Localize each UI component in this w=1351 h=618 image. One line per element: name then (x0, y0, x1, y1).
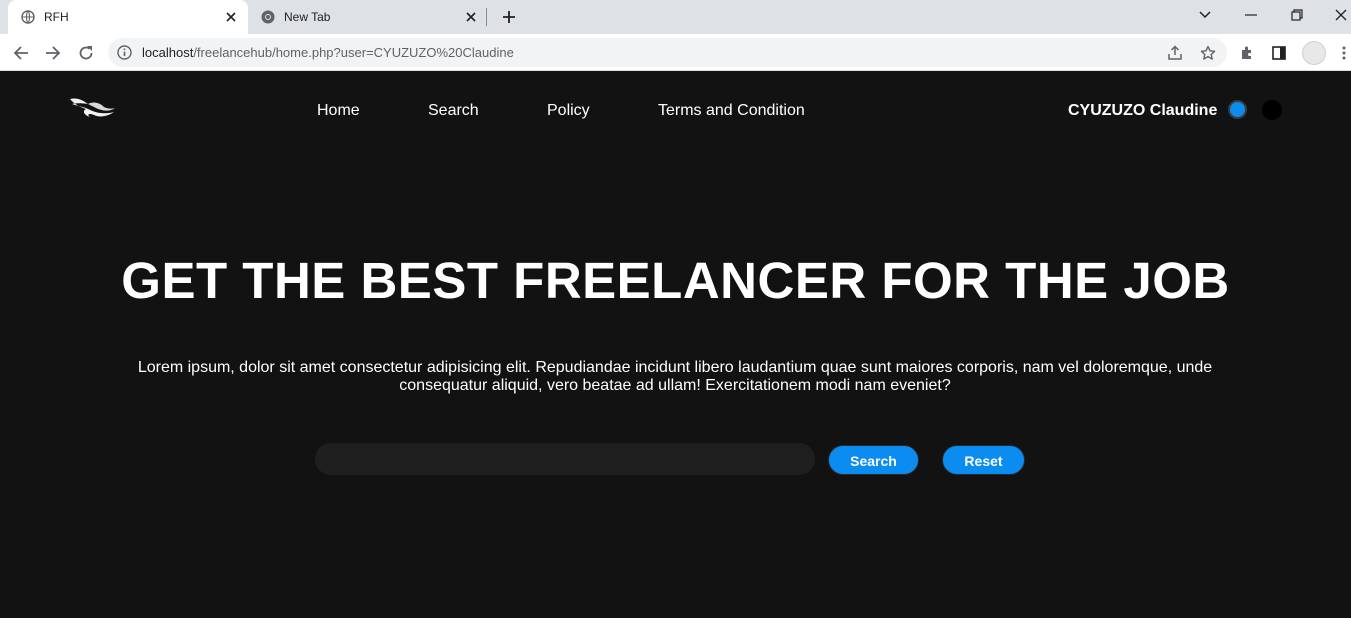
tab-title: New Tab (284, 10, 331, 24)
chrome-icon (261, 10, 275, 24)
tab-search-icon[interactable] (1192, 4, 1218, 26)
nav-policy-link[interactable]: Policy (547, 102, 590, 120)
tab-title: RFH (44, 10, 69, 24)
minimize-icon[interactable] (1238, 4, 1264, 26)
page-content: Home Search Policy Terms and Condition C… (0, 71, 1351, 618)
close-tab-icon[interactable] (222, 8, 240, 26)
browser-tab-inactive[interactable]: New Tab (248, 0, 488, 34)
side-panel-icon[interactable] (1269, 43, 1289, 63)
reload-icon[interactable] (73, 40, 99, 66)
browser-tab-bar: RFH New Tab (0, 0, 1351, 34)
reset-button[interactable]: Reset (942, 445, 1025, 475)
user-name[interactable]: CYUZUZO Claudine (1068, 102, 1217, 120)
nav-home-link[interactable]: Home (317, 102, 360, 120)
theme-toggle-blue[interactable] (1228, 100, 1247, 119)
browser-toolbar: localhost/freelancehub/home.php?user=CYU… (0, 34, 1351, 71)
close-window-icon[interactable] (1328, 4, 1351, 26)
theme-toggle-dark[interactable] (1262, 100, 1282, 120)
search-button[interactable]: Search (828, 445, 919, 475)
profile-avatar[interactable] (1302, 41, 1326, 65)
search-input[interactable] (315, 443, 815, 475)
nav-search-link[interactable]: Search (428, 102, 479, 120)
address-bar[interactable]: localhost/freelancehub/home.php?user=CYU… (108, 38, 1227, 67)
hero-title: GET THE BEST FREELANCER FOR THE JOB (121, 252, 1230, 309)
tab-divider (486, 8, 487, 26)
site-info-icon[interactable] (117, 45, 132, 60)
extensions-icon[interactable] (1237, 43, 1257, 63)
browser-tab-active[interactable]: RFH (8, 0, 248, 34)
more-menu-icon[interactable] (1334, 43, 1351, 63)
back-icon[interactable] (8, 40, 34, 66)
nav-terms-link[interactable]: Terms and Condition (658, 102, 805, 120)
url-path: /freelancehub/home.php?user=CYUZUZO%20Cl… (193, 45, 514, 60)
share-icon[interactable] (1166, 44, 1184, 62)
hero-description: Lorem ipsum, dolor sit amet consectetur … (137, 359, 1213, 394)
bookmark-star-icon[interactable] (1199, 44, 1217, 62)
new-tab-icon[interactable] (498, 6, 520, 28)
url-host: localhost (142, 45, 194, 60)
close-tab-icon[interactable] (462, 8, 480, 26)
phoenix-logo-icon[interactable] (68, 95, 116, 121)
globe-icon (21, 10, 35, 24)
url-text: localhost/freelancehub/home.php?user=CYU… (142, 45, 514, 60)
restore-icon[interactable] (1284, 4, 1310, 26)
forward-icon[interactable] (40, 40, 66, 66)
